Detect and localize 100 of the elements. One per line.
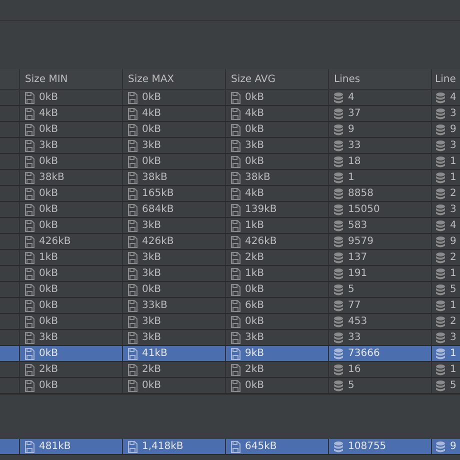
table-cell: 4kB [142,108,162,119]
table-cell: 2kB [39,364,58,375]
stack-icon [333,108,344,120]
file-icon [24,204,35,216]
file-icon [24,364,35,376]
file-icon [24,236,35,248]
table-cell: 15050 [348,204,380,215]
table-row[interactable]: 1kB 3kB 2kB 137 2 [0,250,460,266]
stack-icon [435,172,446,184]
table-cell: 1 [450,268,456,279]
stack-icon [435,380,446,392]
table-row[interactable]: 0kB 0kB 0kB 5 5 [0,378,460,394]
stack-icon [435,92,446,104]
table-row[interactable]: 3kB 3kB 3kB 33 3 [0,138,460,154]
file-icon [127,92,138,104]
table-cell: 453 [348,316,368,327]
table-cell: 0kB [39,204,58,215]
table-cell: 2 [450,252,456,263]
table-row[interactable]: 0kB 684kB 139kB 15050 3 [0,202,460,218]
table-row[interactable]: 0kB 41kB 9kB 73666 1 [0,346,460,362]
table-row[interactable]: 2kB 2kB 2kB 16 1 [0,362,460,378]
table-row[interactable]: 0kB 0kB 0kB 18 1 [0,154,460,170]
stack-icon [333,236,344,248]
file-icon [230,204,241,216]
file-icon [24,124,35,136]
file-icon [230,108,241,120]
table-cell: 1,418kB [142,441,184,452]
table-cell: 0kB [39,380,58,391]
table-row[interactable]: 0kB 165kB 4kB 8858 2 [0,186,460,202]
stack-icon [333,300,344,312]
column-header[interactable]: Lines [329,69,432,89]
stack-icon [333,252,344,264]
file-icon [230,380,241,392]
table-cell: 426kB [245,236,277,247]
table-row[interactable]: 0kB 3kB 1kB 191 1 [0,266,460,282]
table-row[interactable]: 0kB 3kB 0kB 453 2 [0,314,460,330]
file-icon [230,316,241,328]
table-row[interactable]: 0kB 3kB 1kB 583 4 [0,218,460,234]
table-cell: 426kB [39,236,71,247]
file-icon [230,268,241,280]
table-row[interactable]: 0kB 0kB 0kB 4 4 [0,90,460,106]
file-icon [127,204,138,216]
table-cell: 108755 [348,441,386,452]
table-row[interactable]: 426kB 426kB 426kB 9579 9 [0,234,460,250]
table-cell: 583 [348,220,368,231]
file-icon [127,380,138,392]
column-header[interactable]: Size MIN [20,69,123,89]
table-cell: 9 [450,441,456,452]
table-cell: 2kB [245,252,264,263]
stack-icon [435,188,446,200]
table-cell: 5 [348,284,354,295]
table-cell: 0kB [142,92,162,103]
file-icon [127,316,138,328]
table-cell: 4 [450,220,456,231]
table-cell: 5 [348,380,354,391]
table-cell: 0kB [142,284,162,295]
table-cell: 0kB [142,380,162,391]
table-cell: 4 [450,92,456,103]
table-cell: 0kB [245,156,264,167]
table-row[interactable]: 0kB 0kB 0kB 5 5 [0,282,460,298]
table-cell: 0kB [39,316,58,327]
column-header[interactable]: Size MAX [123,69,226,89]
table-cell: 0kB [39,188,58,199]
stack-icon [333,156,344,168]
table-cell: 0kB [142,156,162,167]
table-cell: 1 [450,300,456,311]
table-cell: 1 [450,364,456,375]
stack-icon [333,440,344,452]
table-row[interactable]: 38kB 38kB 38kB 1 1 [0,170,460,186]
table-row[interactable]: 0kB 0kB 0kB 9 9 [0,122,460,138]
table-cell: 9kB [245,348,264,359]
file-icon [230,252,241,264]
file-icon [24,156,35,168]
file-icon [24,252,35,264]
table-cell: 5 [450,380,456,391]
table-cell: 38kB [39,172,64,183]
table-cell: 3kB [142,140,162,151]
table-cell: 3 [450,332,456,343]
file-icon [230,188,241,200]
table-cell: 0kB [245,124,264,135]
stack-icon [333,124,344,136]
stack-icon [333,220,344,232]
table-row[interactable]: 0kB 33kB 6kB 77 1 [0,298,460,314]
file-icon [230,300,241,312]
table-cell: 3kB [245,140,264,151]
table-cell: 139kB [245,204,277,215]
stack-icon [435,268,446,280]
file-icon [230,440,241,452]
stack-icon [435,316,446,328]
file-icon [230,140,241,152]
table-cell: 0kB [245,284,264,295]
table-cell: 3kB [142,332,162,343]
table-cell: 0kB [39,268,58,279]
table-row[interactable]: 4kB 4kB 4kB 37 3 [0,106,460,122]
table-row[interactable]: 3kB 3kB 3kB 33 3 [0,330,460,346]
stack-icon [435,156,446,168]
file-icon [127,332,138,344]
file-icon [230,124,241,136]
column-header[interactable]: Line [432,69,460,89]
column-header[interactable]: Size AVG [226,69,329,89]
